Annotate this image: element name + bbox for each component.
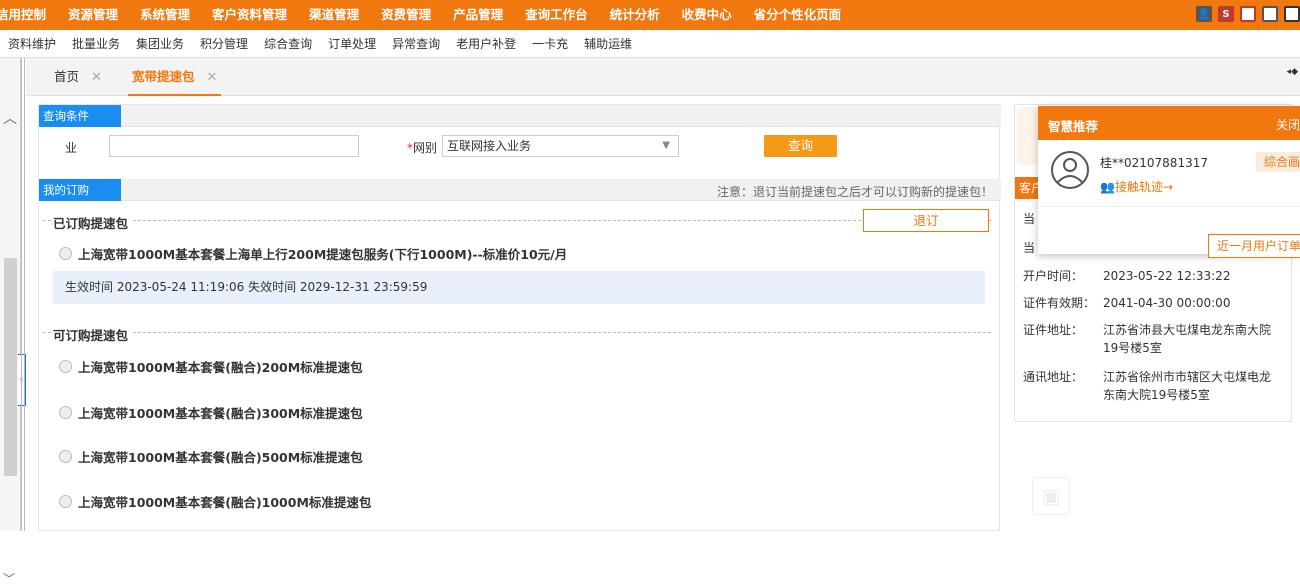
sub-nav-item[interactable]: 批量业务 <box>64 35 128 52</box>
sub-nav-item[interactable]: 资料维护 <box>0 35 64 52</box>
subscribed-title: 已订购提速包 <box>53 213 133 232</box>
top-nav-item[interactable]: 渠道管理 <box>299 0 371 30</box>
sub-nav-item[interactable]: 综合查询 <box>256 35 320 52</box>
popup-user-name: 桂**02107881317 <box>1100 156 1208 170</box>
left-collapsed-sidebar: ︿ ‹ ﹀ <box>0 58 26 586</box>
tab-bar: 首页 ✕ 宽带提速包 ✕ ◂◆ <box>26 58 1300 96</box>
sub-nav-item[interactable]: 积分管理 <box>192 35 256 52</box>
unsubscribe-note: 注意：退订当前提速包之后才可以订购新的提速包！ <box>716 185 993 199</box>
net-label: *网别 <box>407 141 438 155</box>
tab-broadband-speedup[interactable]: 宽带提速包 ✕ <box>128 58 222 96</box>
current-package-label: 上海宽带1000M基本套餐上海单上行200M提速包服务(下行1000M)--标准… <box>78 247 568 262</box>
top-nav: 信用控制 资源管理 系统管理 客户资料管理 渠道管理 资费管理 产品管理 查询工作台 统计分析收… <box>0 0 853 30</box>
close-icon[interactable]: ✕ <box>91 70 102 85</box>
available-title: 可订购提速包 <box>53 325 133 344</box>
recent-orders-button[interactable]: 近一月用户订单 <box>1208 234 1300 258</box>
top-nav-item[interactable]: 查询工作台 <box>515 0 600 30</box>
sub-nav-item[interactable]: 集团业务 <box>128 35 192 52</box>
info-row-open-time: 开户时间： 2023-05-22 12:33:22 <box>1023 269 1231 283</box>
people-icon: 👥 <box>1100 180 1115 194</box>
tab-active-label: 宽带提速包 <box>132 69 195 84</box>
chevron-down-icon[interactable]: ﹀ <box>3 570 15 587</box>
info-row-id-address: 证件地址： 江苏省沛县大屯煤电龙东南大院19号楼5室 <box>1023 323 1272 355</box>
user-avatar-icon <box>1051 151 1089 189</box>
scrollbar-thumb[interactable] <box>4 258 17 476</box>
sub-nav: 资料维护 批量业务 集团业务 积分管理 综合查询 订单处理 异常查询 老用户补登 一卡充 辅助运维 <box>0 30 1300 58</box>
window-icon[interactable] <box>1262 6 1278 22</box>
available-package-option[interactable]: 上海宽带1000M基本套餐(融合)1000M标准提速包 <box>59 492 371 511</box>
net-select-value: 互联网接入业务 <box>447 139 532 153</box>
unsubscribe-button[interactable]: 退订 <box>863 209 989 232</box>
sub-nav-item[interactable]: 辅助运维 <box>576 35 640 52</box>
net-select[interactable]: 互联网接入业务 ▼ <box>442 135 679 157</box>
popup-profile-tag[interactable]: 综合画 <box>1256 152 1300 172</box>
available-package-option[interactable]: 上海宽带1000M基本套餐(融合)500M标准提速包 <box>59 447 363 466</box>
effective-time-bar: 生效时间 2023-05-24 11:19:06 失效时间 2029-12-31… <box>53 271 985 304</box>
top-toolbar: 👤 S <box>1196 6 1300 22</box>
radio-button[interactable] <box>59 495 72 508</box>
top-nav-item[interactable]: 客户资料管理 <box>202 0 299 30</box>
top-nav-item[interactable]: 统计分析 <box>600 0 672 30</box>
top-nav-item[interactable]: 系统管理 <box>130 0 202 30</box>
radio-button[interactable] <box>59 450 72 463</box>
top-nav-item[interactable]: 收费中心 <box>672 0 744 30</box>
available-package-label: 上海宽带1000M基本套餐(融合)1000M标准提速包 <box>78 495 372 510</box>
sub-nav-item[interactable]: 订单处理 <box>320 35 384 52</box>
available-package-label: 上海宽带1000M基本套餐(融合)300M标准提速包 <box>78 406 363 421</box>
sub-nav-item[interactable]: 老用户补登 <box>448 35 524 52</box>
query-section-title: 查询条件 <box>39 105 121 127</box>
watermark-icon: ▣ <box>1032 477 1070 515</box>
top-nav-item[interactable]: 资源管理 <box>58 0 130 30</box>
biz-label: 业 <box>65 141 78 155</box>
sub-nav-item[interactable]: 一卡充 <box>524 35 576 52</box>
tab-scroll-arrows-icon[interactable]: ◂◆ <box>1287 67 1298 77</box>
sub-nav-item[interactable]: 异常查询 <box>384 35 448 52</box>
radio-button[interactable] <box>59 247 72 260</box>
close-icon[interactable]: ✕ <box>207 70 218 85</box>
top-nav-item[interactable]: 产品管理 <box>443 0 515 30</box>
my-order-section-header: 我的订购 注意：退订当前提速包之后才可以订购新的提速包！ <box>39 179 1001 201</box>
window-red-icon[interactable] <box>1240 6 1256 22</box>
biz-input[interactable] <box>109 135 359 157</box>
divider <box>1038 206 1300 207</box>
available-package-label: 上海宽带1000M基本套餐(融合)500M标准提速包 <box>78 450 363 465</box>
tab-home[interactable]: 首页 ✕ <box>54 58 102 96</box>
divider <box>21 58 25 531</box>
top-menu-bar: 信用控制 资源管理 系统管理 客户资料管理 渠道管理 资费管理 产品管理 查询工作台 统计分析收… <box>0 0 1300 30</box>
chevron-up-icon[interactable]: ︿ <box>3 108 17 128</box>
popup-close-button[interactable]: 关闭 <box>1276 116 1300 133</box>
info-row-id-expiry: 证件有效期： 2041-04-30 00:00:00 <box>1023 296 1231 310</box>
s-icon[interactable]: S <box>1218 6 1234 22</box>
radio-button[interactable] <box>59 360 72 373</box>
popup-title: 智慧推荐 <box>1048 119 1099 134</box>
dashed-divider <box>43 220 991 221</box>
smart-recommend-popup: 智慧推荐 关闭 桂**02107881317 综合画 👥接触轨迹→ 近一月用户订… <box>1038 106 1300 258</box>
top-nav-item[interactable]: 省分个性化页面 <box>744 0 854 30</box>
tab-home-label: 首页 <box>54 69 80 84</box>
user-icon[interactable]: 👤 <box>1196 6 1212 22</box>
available-package-label: 上海宽带1000M基本套餐(融合)200M标准提速包 <box>78 360 363 375</box>
search-button[interactable]: 查询 <box>764 135 837 157</box>
dashed-divider <box>43 332 991 333</box>
info-row-mail-address: 通讯地址： 江苏省徐州市市辖区大屯煤电龙东南大院19号楼5室 <box>1023 370 1272 402</box>
available-package-option[interactable]: 上海宽带1000M基本套餐(融合)300M标准提速包 <box>59 403 363 422</box>
query-row: 业 *网别 互联网接入业务 ▼ 查询 <box>39 131 1001 161</box>
caret-down-icon: ▼ <box>662 140 670 151</box>
current-package-option[interactable]: 上海宽带1000M基本套餐上海单上行200M提速包服务(下行1000M)--标准… <box>59 244 567 263</box>
popup-header: 智慧推荐 关闭 <box>1038 106 1300 140</box>
contact-track-link[interactable]: 👥接触轨迹→ <box>1100 178 1173 195</box>
top-nav-item[interactable]: 资费管理 <box>371 0 443 30</box>
window-split-icon[interactable] <box>1284 6 1300 22</box>
query-section-header: 查询条件 <box>39 105 1001 127</box>
top-nav-item[interactable]: 信用控制 <box>0 0 58 30</box>
main-panel: 查询条件 业 *网别 互联网接入业务 ▼ 查询 我的订购 注意：退订当前提速包之… <box>38 104 1001 531</box>
my-order-section-title: 我的订购 <box>39 179 121 201</box>
radio-button[interactable] <box>59 406 72 419</box>
available-package-option[interactable]: 上海宽带1000M基本套餐(融合)200M标准提速包 <box>59 357 363 376</box>
